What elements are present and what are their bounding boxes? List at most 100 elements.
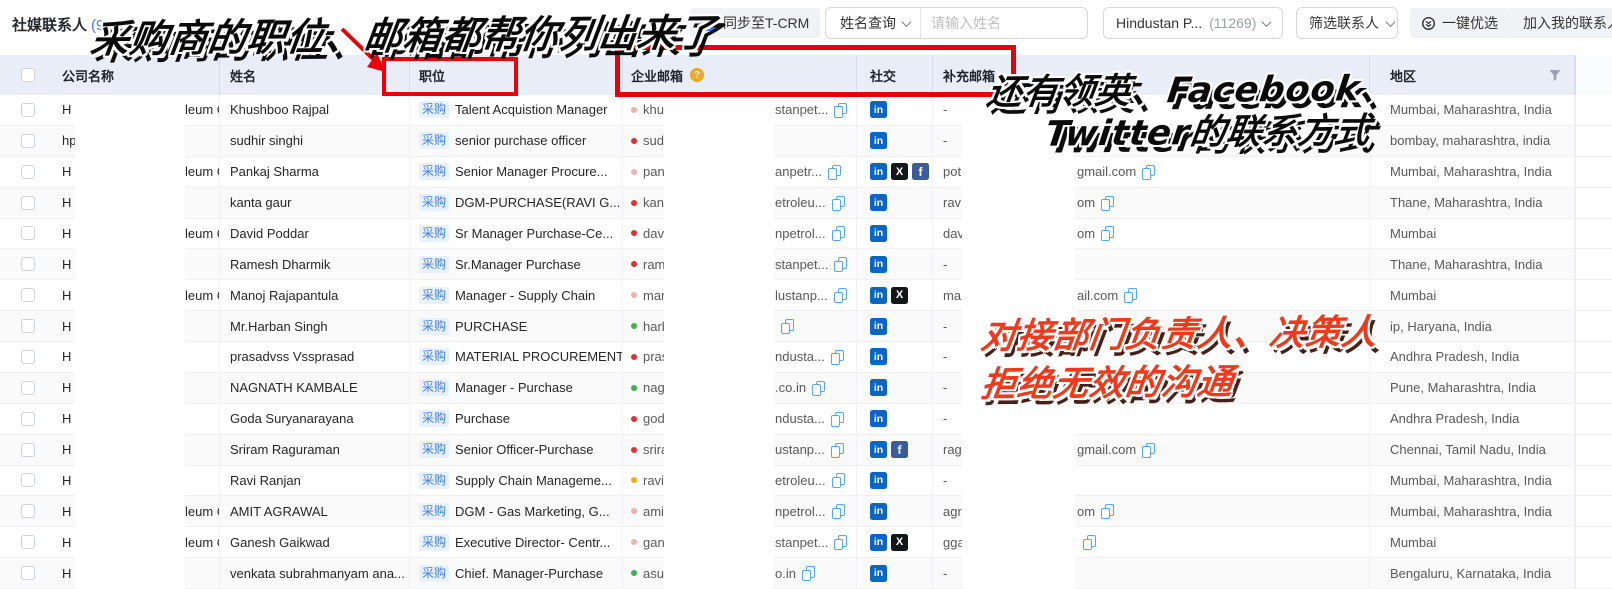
row-checkbox[interactable] [21, 350, 35, 364]
pinned-cell [1575, 466, 1612, 496]
x-icon[interactable]: X [891, 534, 908, 551]
row-checkbox[interactable] [21, 473, 35, 487]
help-icon[interactable]: ? [690, 68, 704, 82]
header-email[interactable]: 企业邮箱 [631, 66, 683, 85]
linkedin-icon[interactable]: in [870, 101, 887, 118]
email-suffix: stanpet... [775, 535, 828, 550]
linkedin-icon[interactable]: in [870, 256, 887, 273]
linkedin-icon[interactable]: in [870, 534, 887, 551]
extra-copy-icon[interactable] [1142, 165, 1154, 179]
header-region[interactable]: 地区 [1390, 66, 1416, 85]
linkedin-icon[interactable]: in [870, 163, 887, 180]
linkedin-icon[interactable]: in [870, 287, 887, 304]
linkedin-icon[interactable]: in [870, 132, 887, 149]
contact-name: Pankaj Sharma [230, 164, 319, 179]
extra-copy-icon[interactable] [1101, 196, 1113, 210]
job-title: Purchase [455, 411, 510, 426]
email-copy-icon[interactable] [802, 566, 814, 580]
email-copy-icon[interactable] [831, 350, 843, 364]
linkedin-icon[interactable]: in [870, 194, 887, 211]
company-suffix: leum C... [185, 164, 220, 179]
row-checkbox[interactable] [21, 504, 35, 518]
row-checkbox[interactable] [21, 103, 35, 117]
linkedin-icon[interactable]: in [870, 565, 887, 582]
row-checkbox[interactable] [21, 226, 35, 240]
extra-copy-icon[interactable] [1142, 443, 1154, 457]
add-to-my-contacts-button[interactable]: 加入我的联系人 [1506, 8, 1612, 38]
filter-contacts-dropdown[interactable]: 筛选联系人 [1296, 7, 1398, 39]
linkedin-icon[interactable]: in [870, 503, 887, 520]
row-checkbox[interactable] [21, 566, 35, 580]
select-all-checkbox[interactable] [21, 68, 35, 82]
row-checkbox[interactable] [21, 412, 35, 426]
extra-suffix-block [1077, 535, 1095, 549]
email-suffix: ndusta... [775, 349, 825, 364]
row-checkbox[interactable] [21, 257, 35, 271]
name-query-dropdown[interactable]: 姓名查询 [826, 8, 921, 38]
row-checkbox[interactable] [21, 535, 35, 549]
facebook-icon[interactable]: f [891, 441, 908, 458]
facebook-icon[interactable]: f [912, 163, 929, 180]
email-copy-icon[interactable] [832, 504, 844, 518]
company-filter-dropdown[interactable]: Hindustan P... (11269) [1103, 7, 1283, 39]
company-suffix: leum C... [185, 504, 220, 519]
filter-funnel-icon[interactable] [1548, 68, 1562, 82]
header-title[interactable]: 职位 [410, 55, 623, 95]
row-checkbox[interactable] [21, 165, 35, 179]
email-status-dot [631, 323, 637, 329]
row-checkbox[interactable] [21, 134, 35, 148]
role-tag: 采购 [419, 225, 449, 242]
email-copy-icon[interactable] [832, 226, 844, 240]
social-icons: in [870, 256, 887, 273]
one-click-optimize-button[interactable]: 一键优选 [1410, 8, 1509, 38]
linkedin-icon[interactable]: in [870, 410, 887, 427]
x-icon[interactable]: X [891, 287, 908, 304]
row-checkbox[interactable] [21, 319, 35, 333]
email-copy-icon[interactable] [831, 412, 843, 426]
email-copy-icon[interactable] [812, 381, 824, 395]
extra-prefix: ma [943, 288, 961, 303]
email-copy-icon[interactable] [834, 257, 846, 271]
extra-copy-icon[interactable] [1083, 535, 1095, 549]
table-row: H prasadvss Vssprasad 采购 MATERIAL PROCUR… [0, 342, 1612, 373]
linkedin-icon[interactable]: in [870, 379, 887, 396]
email-copy-icon[interactable] [834, 103, 846, 117]
row-checkbox[interactable] [21, 443, 35, 457]
row-checkbox[interactable] [21, 381, 35, 395]
email-status-dot [631, 230, 637, 236]
email-copy-icon[interactable] [834, 535, 846, 549]
linkedin-icon[interactable]: in [870, 318, 887, 335]
header-company[interactable]: 公司名称 [55, 55, 220, 95]
extra-copy-icon[interactable] [1101, 226, 1113, 240]
role-tag: 采购 [419, 441, 449, 458]
linkedin-icon[interactable]: in [870, 348, 887, 365]
email-suffix: .co.in [775, 380, 806, 395]
row-checkbox[interactable] [21, 288, 35, 302]
header-name[interactable]: 姓名 [220, 55, 410, 95]
page-title: 社媒联系人(9 [12, 14, 104, 35]
pinned-cell [1575, 404, 1612, 434]
extra-copy-icon[interactable] [1101, 504, 1113, 518]
email-copy-icon[interactable] [832, 473, 844, 487]
linkedin-icon[interactable]: in [870, 225, 887, 242]
linkedin-icon[interactable]: in [870, 441, 887, 458]
email-copy-icon[interactable] [781, 319, 793, 333]
linkedin-icon[interactable]: in [870, 472, 887, 489]
x-icon[interactable]: X [891, 163, 908, 180]
header-extra-email[interactable]: 补充邮箱 [933, 55, 1370, 95]
header-social[interactable]: 社交 [857, 55, 933, 95]
email-suffix: ndusta... [775, 411, 825, 426]
email-status-dot [631, 169, 637, 175]
pinned-cell [1575, 435, 1612, 465]
sync-to-tcrm-button[interactable]: 同步至T-CRM [690, 8, 820, 38]
extra-copy-icon[interactable] [1124, 288, 1136, 302]
email-copy-icon[interactable] [834, 288, 846, 302]
censor-overlay-email [664, 97, 774, 589]
email-copy-icon[interactable] [831, 443, 843, 457]
company-prefix: H [62, 164, 71, 179]
email-copy-icon[interactable] [828, 165, 840, 179]
email-copy-icon[interactable] [832, 196, 844, 210]
row-checkbox[interactable] [21, 196, 35, 210]
pinned-cell [1575, 157, 1612, 187]
name-search-input[interactable] [931, 15, 1112, 31]
